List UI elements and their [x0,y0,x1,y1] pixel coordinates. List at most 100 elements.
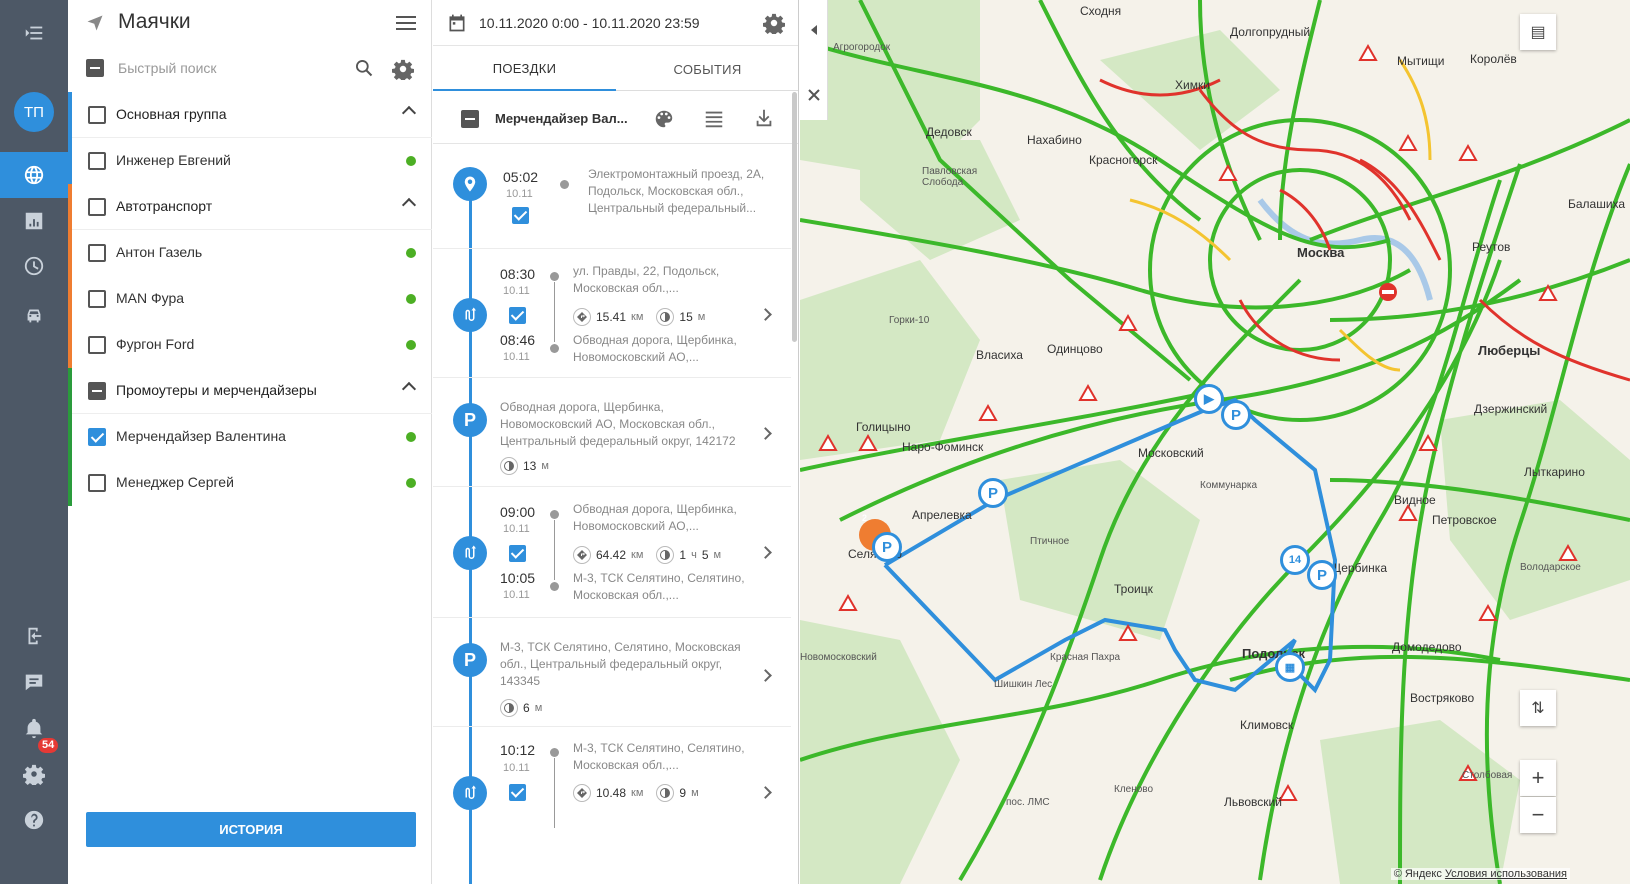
item-name: Мерчендайзер Валентина [116,428,286,444]
chart-icon[interactable] [0,198,68,244]
gear-icon[interactable] [392,58,414,80]
address-line: Центральный федеральный округ, 142172 [500,434,736,448]
tab-events[interactable]: СОБЫТИЯ [616,47,798,91]
zoom-in-button[interactable]: + [1520,760,1556,796]
group-header[interactable]: Основная группа [72,92,432,138]
item-checkbox[interactable] [88,290,106,308]
parking-marker[interactable]: P [1221,400,1251,430]
download-icon[interactable] [753,107,775,129]
list-item[interactable]: Фургон Ford [72,322,432,368]
trip-checkbox[interactable] [509,784,526,801]
parking-marker[interactable]: P [872,532,902,562]
list-item[interactable]: P Обводная дорога, Щербинка, Новомосковс… [433,379,791,487]
item-checkbox[interactable] [88,474,106,492]
chevron-right-icon[interactable] [759,308,772,321]
address-line: Подольск, Московская обл., [588,184,744,198]
terms-link[interactable]: Условия использования [1445,868,1567,880]
map-label: Одинцово [1047,342,1103,356]
chevron-right-icon[interactable] [759,427,772,440]
list-item[interactable]: P М-3, ТСК Селятино, Селятино, Московска… [433,619,791,727]
duration-unit: м [691,787,699,799]
group-checkbox[interactable] [88,382,106,400]
scrollbar[interactable] [792,92,797,342]
trip-metrics: 10.48 км 9 м [573,784,699,802]
settings-icon[interactable] [0,751,68,797]
map-label: Химки [1175,78,1210,92]
date-range-row[interactable]: 10.11.2020 0:00 - 10.11.2020 23:59 [433,0,798,46]
cluster-count-marker[interactable]: 14 [1280,545,1310,575]
hamburger-menu-icon[interactable] [396,14,416,32]
chevron-right-icon[interactable] [759,669,772,682]
address-line: Электромонтажный проезд, 2А, [588,167,765,181]
list-item[interactable]: MAN Фура [72,276,432,322]
close-icon[interactable] [800,65,828,125]
chevron-up-icon[interactable] [401,105,417,121]
trip-metrics: 64.42 км 1 ч 5 м [573,546,721,564]
beacons-tree: Основная группа Инженер Евгений Автотран… [68,92,432,506]
logout-icon[interactable] [0,613,68,659]
group-header[interactable]: Промоутеры и мерчендайзеры [72,368,432,414]
group-checkbox[interactable] [88,198,106,216]
start-marker[interactable]: ▶ [1194,384,1224,414]
list-item[interactable]: Антон Газель [72,230,432,276]
search-icon[interactable] [354,58,374,78]
item-checkbox[interactable] [88,428,106,446]
item-name: Фургон Ford [116,336,195,352]
chat-icon[interactable] [0,659,68,705]
parking-marker[interactable]: P [1307,560,1337,590]
history-button[interactable]: ИСТОРИЯ [86,812,416,847]
tab-trips[interactable]: ПОЕЗДКИ [433,47,616,91]
object-checkbox[interactable] [461,110,479,128]
map-label: Королёв [1470,52,1517,66]
map-view[interactable]: Сходня Долгопрудный Мытищи Королёв Химки… [800,0,1630,884]
list-item[interactable]: 08:30 10.11 08:46 10.11 ул. Правды, 22, … [433,250,791,378]
clock-icon[interactable] [0,243,68,289]
item-name: Инженер Евгений [116,152,231,168]
trips-tabs: ПОЕЗДКИ СОБЫТИЯ [433,47,798,91]
item-checkbox[interactable] [88,152,106,170]
search-input[interactable] [118,60,338,76]
list-item[interactable]: 09:00 10.11 10:05 10.11 Обводная дорога,… [433,488,791,618]
trip-start-time: 09:00 [500,504,536,520]
collapse-menu-icon[interactable] [0,10,68,56]
list-item[interactable]: 05:02 10.11 Электромонтажный проезд, 2А,… [433,145,791,249]
list-item[interactable]: Мерчендайзер Валентина [72,414,432,460]
list-view-icon[interactable] [703,108,725,130]
route-toggle-icon[interactable]: ⇅ [1520,690,1556,726]
duration-icon [500,699,518,717]
group-header[interactable]: Автотранспорт [72,184,432,230]
parking-marker[interactable]: P [978,478,1008,508]
help-icon[interactable] [0,797,68,843]
distance-unit: км [631,787,644,799]
avatar[interactable]: ТП [14,92,54,132]
finish-flag-marker[interactable]: ▦ [1275,652,1305,682]
list-item[interactable]: 10:12 10.11 М-3, ТСК Селятино, Селятино,… [433,728,791,858]
select-all-checkbox[interactable] [86,59,104,77]
gear-icon[interactable] [763,12,785,34]
zoom-out-button[interactable]: − [1520,797,1556,833]
chevron-right-icon[interactable] [759,786,772,799]
group-checkbox[interactable] [88,106,106,124]
map-layers-icon[interactable]: ▤ [1520,14,1556,50]
trip-checkbox[interactable] [509,307,526,324]
chevron-right-icon[interactable] [759,546,772,559]
start-dot [550,748,559,757]
parking-address: М-3, ТСК Селятино, Селятино, Московская … [500,639,741,690]
chevron-up-icon[interactable] [401,197,417,213]
collapse-left-icon[interactable] [800,0,828,60]
event-date: 10.11 [506,188,533,200]
address-line: М-3, ТСК Селятино, Селятино, [573,571,745,585]
globe-icon[interactable] [0,152,68,198]
item-checkbox[interactable] [88,336,106,354]
palette-icon[interactable] [653,108,675,130]
event-checkbox[interactable] [512,207,529,224]
address-line: М-3, ТСК Селятино, Селятино, Московская [500,640,741,654]
chevron-up-icon[interactable] [401,381,417,397]
list-item[interactable]: Инженер Евгений [72,138,432,184]
trip-checkbox[interactable] [509,545,526,562]
list-item[interactable]: Менеджер Сергей [72,460,432,506]
calendar-icon[interactable] [447,13,467,33]
car-icon[interactable] [0,292,68,338]
item-checkbox[interactable] [88,244,106,262]
item-name: Менеджер Сергей [116,474,234,490]
